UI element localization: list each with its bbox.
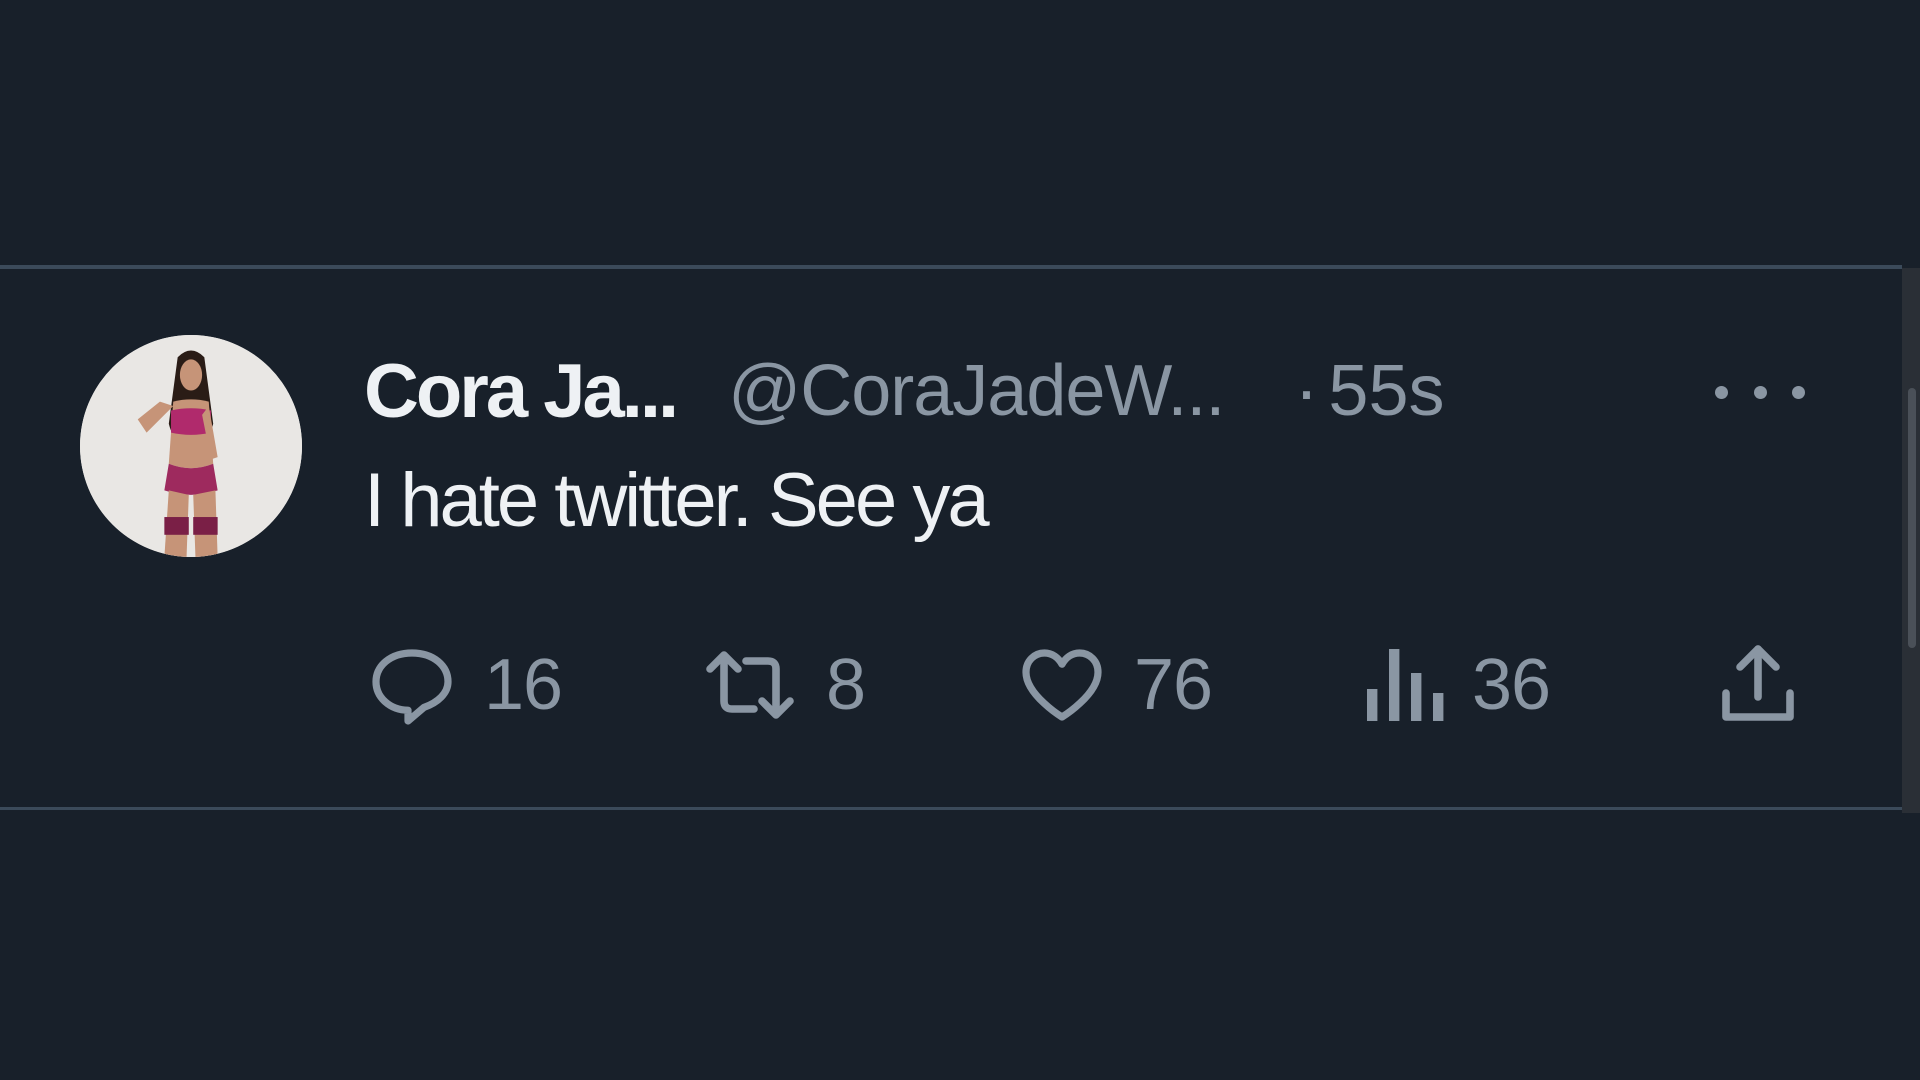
avatar[interactable] — [80, 335, 302, 557]
avatar-image — [80, 335, 302, 557]
reply-icon — [372, 649, 452, 725]
like-button[interactable]: 76 — [1014, 635, 1213, 735]
scrollbar-thumb[interactable] — [1908, 388, 1916, 648]
action-bar: 16 8 76 36 — [0, 635, 1902, 735]
share-button[interactable] — [1710, 635, 1806, 735]
timestamp[interactable]: 55s — [1328, 350, 1444, 432]
views-count: 36 — [1472, 645, 1551, 725]
tweet-header: Cora Ja... @CoraJadeW... · 55s — [364, 341, 1824, 441]
tweet-text: I hate twitter. See ya — [364, 458, 990, 543]
tweet[interactable]: Cora Ja... @CoraJadeW... · 55s I hate tw… — [0, 265, 1902, 810]
views-icon — [1367, 649, 1444, 721]
retweet-icon — [706, 651, 794, 719]
share-icon — [1722, 645, 1794, 721]
reply-button[interactable]: 16 — [364, 635, 563, 735]
scrollbar[interactable] — [1902, 268, 1920, 813]
page: Cora Ja... @CoraJadeW... · 55s I hate tw… — [0, 0, 1920, 1080]
separator-dot: · — [1294, 351, 1319, 431]
retweet-count: 8 — [826, 645, 866, 725]
more-dot — [1715, 385, 1728, 399]
more-icon[interactable] — [1715, 367, 1805, 417]
more-dot — [1792, 385, 1805, 399]
more-dot — [1753, 385, 1767, 399]
views-button[interactable]: 36 — [1358, 635, 1551, 735]
username-handle[interactable]: @CoraJadeW... — [728, 350, 1225, 432]
display-name[interactable]: Cora Ja... — [364, 348, 679, 435]
reply-count: 16 — [484, 645, 563, 725]
heart-icon — [1022, 649, 1102, 721]
retweet-button[interactable]: 8 — [698, 635, 866, 735]
like-count: 76 — [1134, 645, 1213, 725]
